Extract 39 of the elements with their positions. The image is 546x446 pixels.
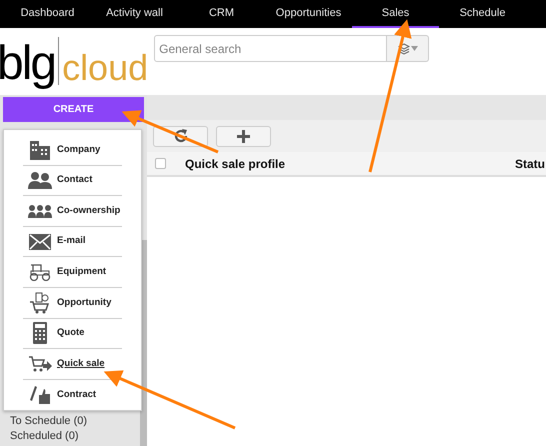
- pen-thumb-icon: [29, 385, 51, 406]
- cart-icon: [29, 292, 51, 314]
- create-menu-item[interactable]: Opportunity: [23, 288, 122, 319]
- add-button[interactable]: [216, 126, 271, 146]
- logo-wordmark: blg: [0, 40, 56, 88]
- create-menu-item[interactable]: Co-ownership: [23, 196, 122, 227]
- create-menu-item[interactable]: Contract: [23, 380, 122, 410]
- status-filter-link[interactable]: To Schedule (0): [10, 414, 88, 429]
- plus-icon: [237, 130, 250, 142]
- search-field[interactable]: General search: [154, 35, 388, 62]
- envelope-icon: [29, 234, 51, 250]
- create-menu-item[interactable]: Company: [23, 135, 122, 166]
- create-menu-item[interactable]: Equipment: [23, 257, 122, 288]
- create-menu-item[interactable]: E-mail: [23, 226, 122, 258]
- status-filter-link[interactable]: Scheduled (0): [10, 429, 78, 444]
- calculator-icon: [33, 322, 47, 344]
- cart-arrow-icon: [28, 354, 52, 373]
- create-menu-item[interactable]: Contact: [23, 166, 122, 196]
- create-button[interactable]: CREATE: [3, 97, 144, 122]
- layers-icon: [398, 42, 410, 54]
- nav-tab[interactable]: Sales: [352, 0, 439, 28]
- column-header[interactable]: Quick sale profile: [185, 154, 515, 172]
- create-menu-item[interactable]: Quick sale: [23, 349, 122, 380]
- nav-tab[interactable]: Activity wall: [91, 0, 178, 28]
- nav-tab[interactable]: Schedule: [439, 0, 526, 28]
- people-icon: [28, 171, 52, 190]
- search-scope-dropdown[interactable]: [387, 35, 430, 62]
- nav-tab[interactable]: CRM: [178, 0, 265, 28]
- group-icon: [28, 204, 52, 218]
- create-menu-item[interactable]: Quote: [23, 318, 122, 350]
- select-all-checkbox[interactable]: [155, 158, 166, 169]
- caret-icon: [410, 46, 418, 51]
- building-icon: [29, 140, 51, 160]
- logo-wordmark-accent: cloud: [62, 50, 148, 86]
- column-header[interactable]: Statu: [515, 154, 545, 172]
- nav-tab[interactable]: Dashboard: [4, 0, 91, 28]
- tractor-icon: [29, 263, 51, 282]
- nav-tab[interactable]: Opportunities: [265, 0, 352, 28]
- refresh-icon: [174, 129, 188, 143]
